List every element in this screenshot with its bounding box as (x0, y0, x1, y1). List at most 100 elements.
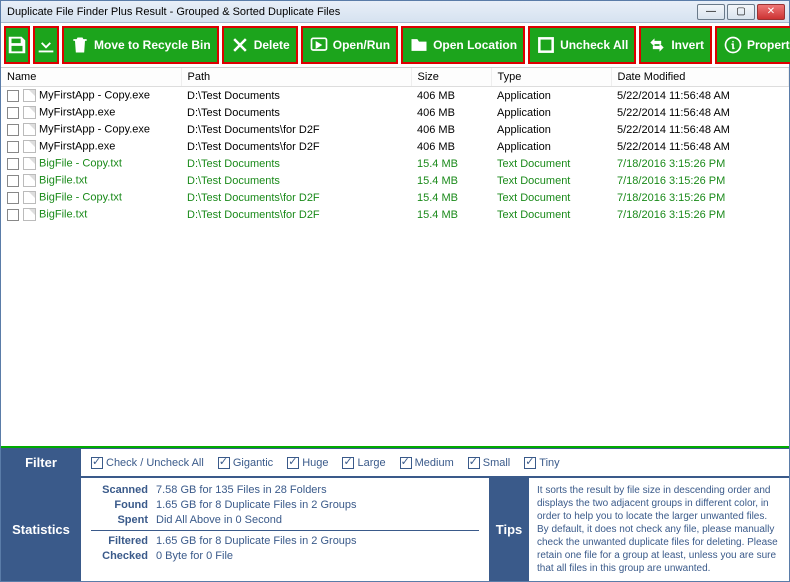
column-headers: Name Path Size Type Date Modified (1, 68, 789, 87)
file-size: 15.4 MB (411, 206, 491, 223)
file-size: 406 MB (411, 121, 491, 138)
row-checkbox[interactable] (7, 209, 19, 221)
filter-bar: Filter Check / Uncheck All Gigantic Huge L… (1, 448, 789, 477)
trash-icon (70, 35, 90, 55)
filter-option[interactable]: Tiny (524, 457, 559, 469)
file-size: 406 MB (411, 138, 491, 155)
file-type: Text Document (491, 155, 611, 172)
button-label: Invert (671, 38, 704, 52)
table-row[interactable]: BigFile.txtD:\Test Documents\for D2F15.4… (1, 206, 789, 223)
save-button[interactable] (4, 26, 30, 64)
export-button[interactable] (33, 26, 59, 64)
filter-label: Filter (1, 449, 81, 476)
file-icon (23, 174, 36, 187)
file-name: BigFile.txt (39, 174, 87, 186)
move-to-recycle-button[interactable]: Move to Recycle Bin (62, 26, 219, 64)
file-date: 5/22/2014 11:56:48 AM (611, 121, 789, 138)
file-type: Application (491, 121, 611, 138)
row-checkbox[interactable] (7, 107, 19, 119)
stat-value: 0 Byte for 0 File (156, 550, 233, 562)
checkbox-icon (91, 457, 103, 469)
row-checkbox[interactable] (7, 124, 19, 136)
button-label: Properties (747, 38, 790, 52)
filter-option[interactable]: Small (468, 457, 511, 469)
file-name: MyFirstApp.exe (39, 140, 115, 152)
invert-button[interactable]: Invert (639, 26, 712, 64)
checkbox-icon (218, 457, 230, 469)
properties-button[interactable]: Properties (715, 26, 790, 64)
filter-option[interactable]: Huge (287, 457, 328, 469)
file-icon (23, 157, 36, 170)
file-date: 5/22/2014 11:56:48 AM (611, 138, 789, 155)
file-icon (23, 106, 36, 119)
file-name: MyFirstApp - Copy.exe (39, 123, 150, 135)
file-type: Application (491, 87, 611, 105)
row-checkbox[interactable] (7, 192, 19, 204)
row-checkbox[interactable] (7, 90, 19, 102)
file-size: 15.4 MB (411, 172, 491, 189)
table-row[interactable]: MyFirstApp - Copy.exe D:\Test Documents\f… (1, 121, 789, 138)
filter-option[interactable]: Medium (400, 457, 454, 469)
file-path: D:\Test Documents\for D2F (181, 138, 411, 155)
row-checkbox[interactable] (7, 175, 19, 187)
checkbox-icon (287, 457, 299, 469)
table-row[interactable]: BigFile.txtD:\Test Documents15.4 MBText … (1, 172, 789, 189)
filter-option[interactable]: Large (342, 457, 385, 469)
open-location-button[interactable]: Open Location (401, 26, 525, 64)
file-type: Application (491, 104, 611, 121)
file-name: MyFirstApp - Copy.exe (39, 89, 150, 101)
col-type[interactable]: Type (491, 68, 611, 87)
tips-body: It sorts the result by file size in desc… (529, 478, 789, 581)
maximize-button[interactable]: ▢ (727, 4, 755, 20)
window-title: Duplicate File Finder Plus Result - Grou… (5, 6, 697, 18)
table-row[interactable]: MyFirstApp - Copy.exeD:\Test Documents40… (1, 87, 789, 105)
info-icon (723, 35, 743, 55)
file-size: 406 MB (411, 104, 491, 121)
file-size: 15.4 MB (411, 155, 491, 172)
run-icon (309, 35, 329, 55)
toolbar: Move to Recycle Bin Delete Open/Run Open… (1, 23, 789, 68)
file-name: BigFile - Copy.txt (39, 157, 122, 169)
filter-checkall[interactable]: Check / Uncheck All (91, 457, 204, 469)
file-path: D:\Test Documents (181, 104, 411, 121)
stat-value: 7.58 GB for 135 Files in 28 Folders (156, 484, 327, 496)
file-date: 7/18/2016 3:15:26 PM (611, 189, 789, 206)
delete-button[interactable]: Delete (222, 26, 298, 64)
stat-label: Found (91, 499, 156, 511)
file-type: Application (491, 138, 611, 155)
table-row[interactable]: BigFile - Copy.txtD:\Test Documents\for … (1, 189, 789, 206)
table-row[interactable]: BigFile - Copy.txtD:\Test Documents15.4 … (1, 155, 789, 172)
filter-option[interactable]: Gigantic (218, 457, 273, 469)
file-date: 5/22/2014 11:56:48 AM (611, 87, 789, 105)
minimize-button[interactable]: — (697, 4, 725, 20)
button-label: Uncheck All (560, 38, 628, 52)
file-icon (23, 191, 36, 204)
footer: Filter Check / Uncheck All Gigantic Huge L… (1, 446, 789, 581)
file-size: 406 MB (411, 87, 491, 105)
file-icon (23, 208, 36, 221)
stat-value: 1.65 GB for 8 Duplicate Files in 2 Group… (156, 499, 357, 511)
file-type: Text Document (491, 189, 611, 206)
row-checkbox[interactable] (7, 141, 19, 153)
col-date[interactable]: Date Modified (611, 68, 789, 87)
col-path[interactable]: Path (181, 68, 411, 87)
table-row[interactable]: MyFirstApp.exeD:\Test Documents406 MBApp… (1, 104, 789, 121)
checkbox-icon (400, 457, 412, 469)
open-run-button[interactable]: Open/Run (301, 26, 398, 64)
uncheck-all-button[interactable]: Uncheck All (528, 26, 636, 64)
stat-label: Spent (91, 514, 156, 526)
row-checkbox[interactable] (7, 158, 19, 170)
checkbox-icon (468, 457, 480, 469)
file-icon (23, 123, 36, 136)
file-icon (23, 89, 36, 102)
file-date: 7/18/2016 3:15:26 PM (611, 206, 789, 223)
file-list[interactable]: Name Path Size Type Date Modified MyFirs… (1, 68, 789, 446)
checkbox-icon (342, 457, 354, 469)
close-button[interactable]: ✕ (757, 4, 785, 20)
col-size[interactable]: Size (411, 68, 491, 87)
col-name[interactable]: Name (1, 68, 181, 87)
table-row[interactable]: MyFirstApp.exe D:\Test Documents\for D2F4… (1, 138, 789, 155)
file-path: D:\Test Documents\for D2F (181, 121, 411, 138)
x-icon (230, 35, 250, 55)
file-path: D:\Test Documents (181, 172, 411, 189)
